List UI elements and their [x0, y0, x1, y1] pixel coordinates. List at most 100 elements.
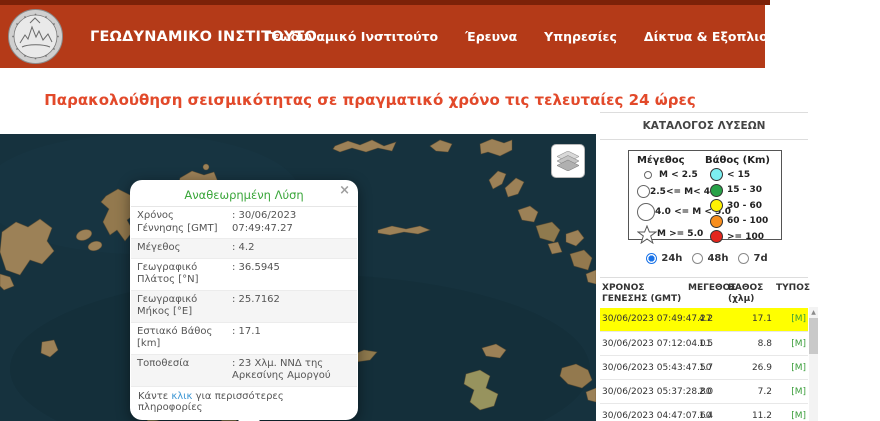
cell-depth: 7.2 [726, 380, 774, 404]
depth-swatch-red [705, 230, 727, 243]
legend-item: >= 100 [705, 229, 781, 245]
panel-divider [600, 277, 808, 278]
radio-24h[interactable] [646, 253, 657, 264]
seismicity-map[interactable]: × Αναθεωρημένη Λύση Χρόνος Γέννησης [GMT… [0, 134, 596, 421]
radio-label-48h[interactable]: 48h [707, 253, 728, 264]
popup-row-depth: Εστιακό Βάθος [km] : 17.1 [131, 322, 357, 354]
popup-label: Εστιακό Βάθος [km] [131, 322, 226, 354]
cell-time: 30/06/2023 05:43:47.50 [600, 356, 686, 380]
magnitude-circle-medium [637, 185, 650, 198]
scrollbar-up-icon[interactable]: ▲ [809, 307, 818, 317]
map-legend: Μέγεθος M < 2.5 2.5<= M< 4.0 4.0 <= M < … [628, 150, 782, 240]
solutions-panel: ΚΑΤΑΛΟΓΟΣ ΛΥΣΕΩΝ Μέγεθος M < 2.5 2.5<= M… [600, 112, 820, 421]
depth-swatch-orange [705, 215, 727, 228]
popup-row-location: Τοποθεσία : 23 Χλμ. ΝΝΔ της Αρκεσίνης Αμ… [131, 354, 357, 386]
cell-time: 30/06/2023 04:47:07.60 [600, 404, 686, 421]
legend-label: < 15 [727, 170, 750, 180]
cell-depth: 8.8 [726, 332, 774, 356]
seal-icon [8, 9, 63, 64]
radio-label-24h[interactable]: 24h [661, 253, 682, 264]
magnitude-star-icon [637, 225, 657, 244]
radio-label-7d[interactable]: 7d [753, 253, 767, 264]
legend-item: 2.5<= M< 4.0 [637, 182, 703, 201]
main-menu: Γεωδυναμικό Ινστιτούτο Έρευνα Υπηρεσίες … [265, 5, 880, 68]
menu-item-services[interactable]: Υπηρεσίες [544, 29, 617, 44]
depth-swatch-cyan [705, 168, 727, 181]
magnitude-circle-small [637, 171, 659, 179]
radio-7d[interactable] [738, 253, 749, 264]
institute-logo[interactable] [8, 9, 63, 64]
table-row[interactable]: 30/06/2023 07:12:04.01 1.5 8.8 [M] [600, 332, 808, 356]
legend-label: >= 100 [727, 232, 764, 242]
down-arrow-icon[interactable]: ↓ [874, 28, 880, 46]
close-icon[interactable]: × [339, 184, 350, 197]
legend-item: 60 - 100 [705, 214, 781, 230]
legend-label: M >= 5.0 [657, 229, 703, 239]
menu-item-institute[interactable]: Γεωδυναμικό Ινστιτούτο [265, 29, 438, 44]
popup-label: Γεωγραφικό Πλάτος [°N] [131, 258, 226, 290]
legend-depth-column: Βάθος (Km) < 15 15 - 30 30 - 60 60 - 100… [703, 151, 781, 239]
panel-header: ΚΑΤΑΛΟΓΟΣ ΛΥΣΕΩΝ [600, 112, 808, 140]
table-row[interactable]: 30/06/2023 05:43:47.50 1.7 26.9 [M] [600, 356, 808, 380]
table-row[interactable]: 30/06/2023 04:47:07.60 1.4 11.2 [M] [600, 404, 808, 421]
popup-title: Αναθεωρημένη Λύση [131, 184, 357, 207]
layers-icon [557, 151, 579, 171]
menu-item-news[interactable]: Νέα [821, 29, 847, 44]
legend-item: 30 - 60 [705, 198, 781, 214]
legend-item: M >= 5.0 [637, 223, 703, 245]
depth-swatch-green [705, 184, 727, 197]
menu-item-networks[interactable]: Δίκτυα & Εξοπλισμός [644, 29, 794, 44]
popup-value: : 4.2 [226, 239, 357, 259]
page-title: Παρακολούθηση σεισμικότητας σε πραγματικ… [0, 91, 740, 109]
more-info-link[interactable]: κλικ [171, 391, 192, 402]
popup-label: Χρόνος Γέννησης [GMT] [131, 207, 226, 239]
popup-row-latitude: Γεωγραφικό Πλάτος [°N] : 36.5945 [131, 258, 357, 290]
legend-item: 15 - 30 [705, 183, 781, 199]
popup-label: Τοποθεσία [131, 354, 226, 386]
radio-48h[interactable] [692, 253, 703, 264]
popup-value: : 36.5945 [226, 258, 357, 290]
popup-label: Γεωγραφικό Μήκος [°E] [131, 290, 226, 322]
popup-value: : 30/06/2023 07:49:47.27 [226, 207, 357, 239]
popup-row-magnitude: Μέγεθος : 4.2 [131, 239, 357, 259]
cell-depth: 17.1 [726, 308, 774, 332]
cell-time: 30/06/2023 07:49:47.27 [600, 308, 686, 332]
table-row[interactable]: 30/06/2023 05:37:28.80 2.0 7.2 [M] [600, 380, 808, 404]
cell-type: [M] [774, 404, 808, 421]
popup-footer: Κάντε κλικ για περισσότερες πληροφορίες [131, 387, 357, 420]
magnitude-circle-large [637, 203, 655, 221]
col-header-type: ΤΥΠΟΣ [774, 280, 808, 308]
legend-label: M < 2.5 [659, 170, 698, 180]
scrollbar-thumb[interactable] [809, 318, 818, 354]
cell-type: [M] [774, 380, 808, 404]
popup-row-time: Χρόνος Γέννησης [GMT] : 30/06/2023 07:49… [131, 207, 357, 239]
layers-control[interactable] [551, 144, 585, 178]
main-navbar: ΓΕΩΔΥΝΑΜΙΚΟ ΙΝΣΤΙΤΟΥΤΟ Γεωδυναμικό Ινστι… [0, 5, 765, 68]
col-header-magnitude: ΜΕΓΕΘΟΣ [686, 280, 726, 308]
legend-item: 4.0 <= M < 5.0 [637, 201, 703, 223]
popup-value: : 25.7162 [226, 290, 357, 322]
cell-depth: 11.2 [726, 404, 774, 421]
cell-type: [M] [774, 356, 808, 380]
cell-time: 30/06/2023 07:12:04.01 [600, 332, 686, 356]
popup-value: : 17.1 [226, 322, 357, 354]
legend-label: 30 - 60 [727, 201, 762, 211]
cell-depth: 26.9 [726, 356, 774, 380]
table-header-row: ΧΡΟΝΟΣ ΓΕΝΕΣΗΣ (GMT) ΜΕΓΕΘΟΣ ΒΑΘΟΣ (χλμ)… [600, 280, 808, 308]
depth-swatch-yellow [705, 199, 727, 212]
table-scrollbar[interactable]: ▲ [809, 307, 818, 421]
cell-type: [M] [774, 308, 808, 332]
legend-label: 60 - 100 [727, 216, 768, 226]
popup-label: Μέγεθος [131, 239, 226, 259]
time-range-selector: 24h 48h 7d [600, 253, 808, 264]
popup-row-longitude: Γεωγραφικό Μήκος [°E] : 25.7162 [131, 290, 357, 322]
col-header-time: ΧΡΟΝΟΣ ΓΕΝΕΣΗΣ (GMT) [600, 280, 686, 308]
legend-magnitude-column: Μέγεθος M < 2.5 2.5<= M< 4.0 4.0 <= M < … [629, 151, 703, 239]
col-header-depth: ΒΑΘΟΣ (χλμ) [726, 280, 774, 308]
popup-footer-text: Κάντε [138, 391, 171, 402]
menu-item-research[interactable]: Έρευνα [465, 29, 517, 44]
cell-type: [M] [774, 332, 808, 356]
legend-item: < 15 [705, 167, 781, 183]
legend-magnitude-title: Μέγεθος [637, 155, 703, 166]
table-row[interactable]: 30/06/2023 07:49:47.27 4.2 17.1 [M] [600, 308, 808, 332]
